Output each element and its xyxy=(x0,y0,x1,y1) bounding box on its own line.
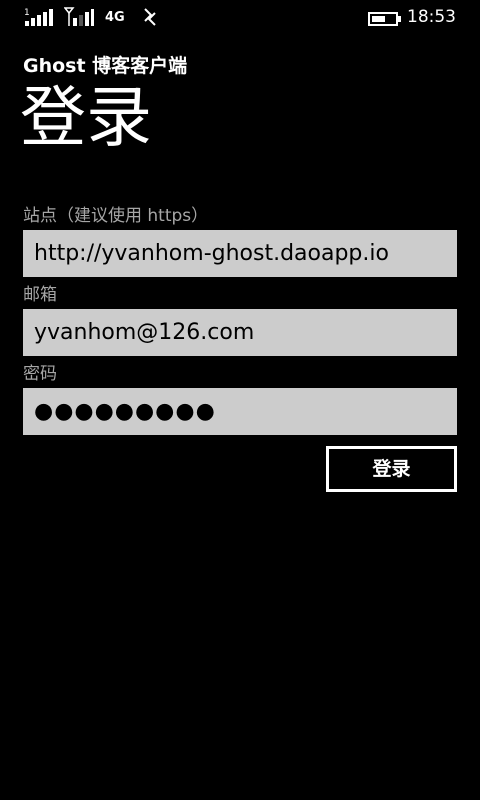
status-bar: 1 4G 18:53 xyxy=(0,0,480,34)
svg-text:1: 1 xyxy=(24,8,30,18)
clock: 18:53 xyxy=(407,7,456,27)
login-screen: 1 4G 18:53 Ghost 博客客户端 登录 站点（建议使用 https）… xyxy=(0,0,480,800)
signal-strength-sim1-icon: 1 xyxy=(24,7,54,27)
page-title: 登录 xyxy=(20,79,152,156)
site-input[interactable]: http://yvanhom-ghost.daoapp.io xyxy=(23,230,457,277)
email-label: 邮箱 xyxy=(23,285,57,305)
signal-strength-sim2-icon xyxy=(64,7,94,27)
site-label: 站点（建议使用 https） xyxy=(23,206,209,226)
password-input[interactable]: ●●●●●●●●● xyxy=(23,388,457,435)
data-transfer-icon xyxy=(141,7,159,31)
battery-icon xyxy=(368,11,402,30)
password-label: 密码 xyxy=(23,364,57,384)
network-type-label: 4G xyxy=(105,10,125,25)
email-input[interactable]: yvanhom@126.com xyxy=(23,309,457,356)
app-title: Ghost 博客客户端 xyxy=(23,55,188,77)
login-button[interactable]: 登录 xyxy=(326,446,457,492)
